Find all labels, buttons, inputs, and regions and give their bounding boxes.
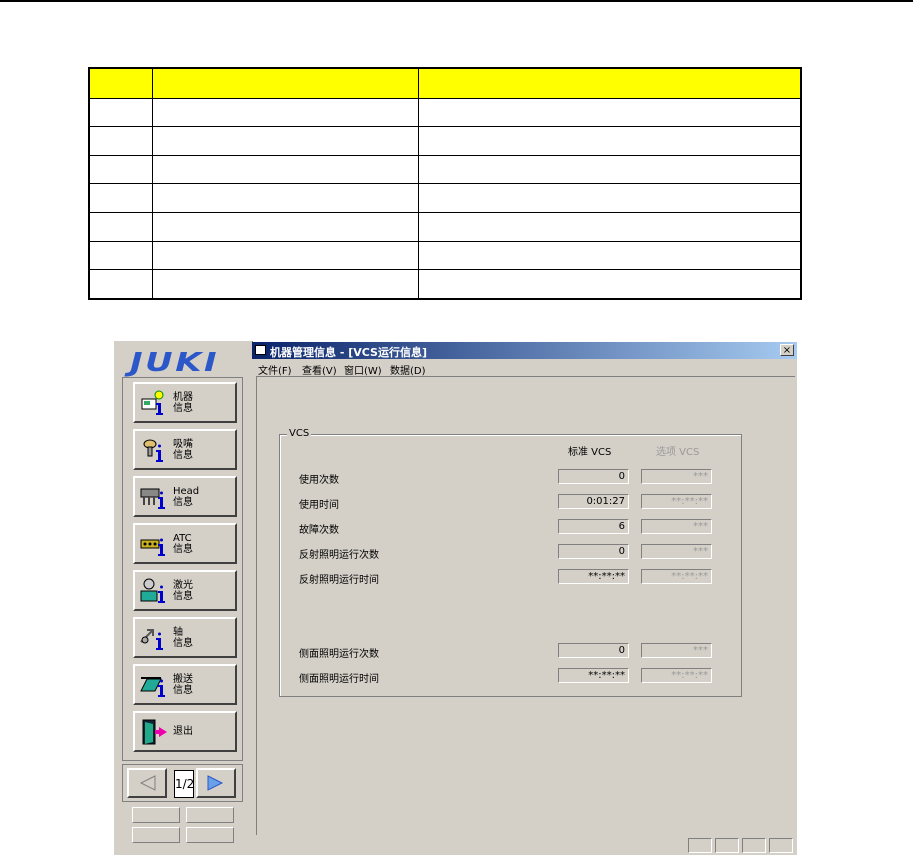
prev-page-button[interactable]	[127, 768, 167, 798]
menu-view[interactable]: 查看(V)	[302, 362, 337, 377]
row-label-use-count: 使用次数	[299, 475, 339, 486]
reflect-time-standard: **:**:**	[558, 569, 629, 584]
table-header-row	[88, 67, 802, 99]
use-count-option: ***	[641, 469, 712, 484]
table-row	[88, 240, 802, 271]
fault-count-standard: 6	[558, 519, 629, 534]
status-pane-1	[688, 838, 712, 853]
window-app-icon	[255, 345, 266, 355]
page-indicator: 1/2	[174, 770, 194, 798]
document-table	[88, 67, 802, 300]
blank-button-1[interactable]	[132, 807, 180, 823]
machine-info-icon	[141, 390, 164, 415]
head-info-button[interactable]: Head 信息	[133, 476, 237, 517]
juki-logo: JUKI	[130, 348, 220, 378]
head-info-label: Head 信息	[173, 486, 200, 508]
fault-count-option: ***	[641, 519, 712, 534]
atc-info-button[interactable]: ATC 信息	[133, 523, 237, 564]
row-label-use-time: 使用时间	[299, 500, 339, 511]
client-area: VCS 标准 VCS 选项 VCS 使用次数 0 *** 使用时间 0:01:2…	[256, 376, 795, 835]
row-label-side-time: 侧面照明运行时间	[299, 674, 379, 685]
status-bar	[252, 836, 797, 855]
nozzle-info-button[interactable]: 吸嘴 信息	[133, 429, 237, 470]
next-page-button[interactable]	[196, 768, 236, 798]
menu-file[interactable]: 文件(F)	[258, 362, 292, 377]
reflect-time-option: **:**:**	[641, 569, 712, 584]
row-label-fault-count: 故障次数	[299, 525, 339, 536]
nozzle-info-label: 吸嘴 信息	[173, 439, 193, 461]
status-pane-2	[715, 838, 739, 853]
atc-info-icon	[140, 538, 165, 556]
blank-button-3[interactable]	[132, 827, 180, 843]
window-titlebar[interactable]: 机器管理信息 - [VCS运行信息] ×	[252, 342, 797, 359]
row-label-reflect-count: 反射照明运行次数	[299, 550, 379, 561]
table-row	[88, 183, 802, 214]
status-pane-4	[769, 838, 793, 853]
col-option-vcs: 选项 VCS	[656, 447, 700, 458]
laser-info-icon	[140, 578, 165, 603]
exit-label: 退出	[173, 726, 193, 737]
menu-data[interactable]: 数据(D)	[390, 362, 426, 377]
table-row	[88, 97, 802, 128]
laser-info-button[interactable]: 激光 信息	[133, 570, 237, 611]
head-info-icon	[140, 488, 165, 509]
conveyor-info-label: 搬送 信息	[173, 674, 193, 696]
vcs-group-title: VCS	[287, 428, 312, 439]
reflect-count-option: ***	[641, 544, 712, 559]
axis-info-icon	[140, 629, 163, 650]
blank-button-2[interactable]	[186, 807, 234, 823]
laser-info-label: 激光 信息	[173, 580, 193, 602]
vcs-window: 机器管理信息 - [VCS运行信息] × 文件(F) 查看(V) 窗口(W) 数…	[252, 342, 797, 855]
use-time-standard: 0:01:27	[558, 494, 629, 509]
table-row	[88, 126, 802, 156]
page-top-rule	[0, 0, 913, 2]
page-navigation: 1/2	[122, 764, 243, 802]
status-pane-3	[742, 838, 766, 853]
row-label-reflect-time: 反射照明运行时间	[299, 575, 379, 586]
table-row	[88, 269, 802, 300]
side-count-standard: 0	[558, 643, 629, 658]
side-time-option: **:**:**	[641, 668, 712, 683]
menu-window[interactable]: 窗口(W)	[344, 362, 382, 377]
side-count-option: ***	[641, 643, 712, 658]
use-time-option: **:**:**	[641, 494, 712, 509]
conveyor-info-icon	[140, 677, 165, 697]
triangle-left-icon	[139, 775, 156, 791]
left-panel: JUKI 机器 信息 吸嘴 信息 Head 信息 ATC 信息 激光 信息 轴 …	[114, 341, 253, 855]
axis-info-label: 轴 信息	[173, 627, 193, 649]
machine-info-label: 机器 信息	[173, 392, 193, 414]
menu-bar: 文件(F) 查看(V) 窗口(W) 数据(D)	[252, 360, 797, 377]
axis-info-button[interactable]: 轴 信息	[133, 617, 237, 658]
blank-button-4[interactable]	[186, 827, 234, 843]
side-time-standard: **:**:**	[558, 668, 629, 683]
row-label-side-count: 侧面照明运行次数	[299, 649, 379, 660]
col-standard-vcs: 标准 VCS	[568, 447, 612, 458]
table-row	[88, 212, 802, 242]
table-row	[88, 154, 802, 185]
nozzle-info-icon	[143, 439, 163, 462]
atc-info-label: ATC 信息	[173, 533, 193, 555]
window-title: 机器管理信息 - [VCS运行信息]	[270, 346, 427, 359]
conveyor-info-button[interactable]: 搬送 信息	[133, 664, 237, 705]
sidebar-button-group: 机器 信息 吸嘴 信息 Head 信息 ATC 信息 激光 信息 轴 信息 搬送…	[122, 377, 243, 761]
reflect-count-standard: 0	[558, 544, 629, 559]
machine-info-button[interactable]: 机器 信息	[133, 382, 237, 423]
triangle-right-icon	[207, 775, 224, 791]
close-button[interactable]: ×	[780, 344, 794, 356]
use-count-standard: 0	[558, 469, 629, 484]
exit-door-icon	[142, 719, 167, 745]
exit-button[interactable]: 退出	[133, 711, 237, 752]
